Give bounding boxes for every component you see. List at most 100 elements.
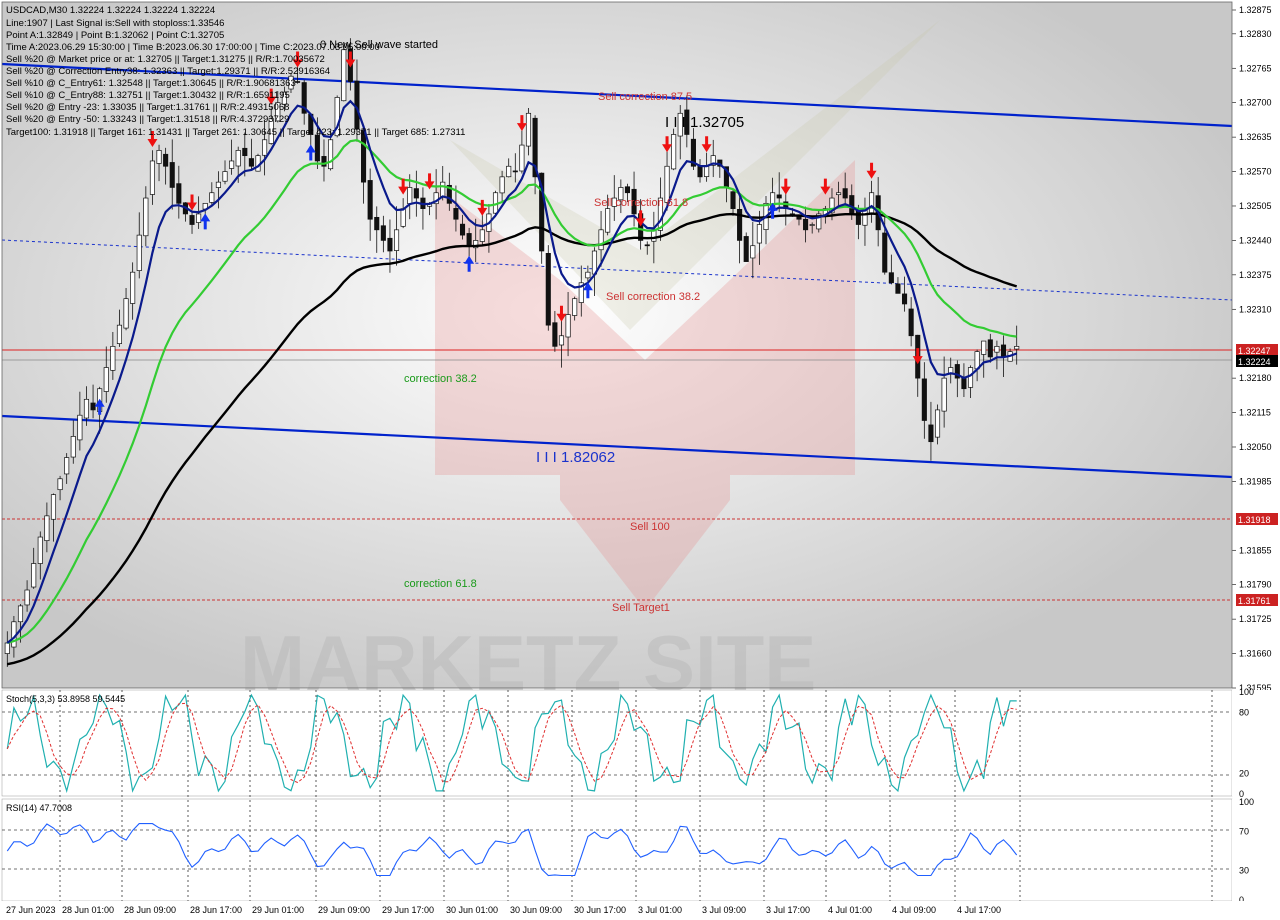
header-title: USDCAD,M30 1.32224 1.32224 1.32224 1.322… [6,5,215,16]
candle-body [743,236,749,262]
candle-body [314,134,320,162]
stoch-label: Stoch(5,3,3) 53.8958 59.5445 [6,694,125,704]
candle-body [163,153,169,167]
price-tick-label: 1.32180 [1239,373,1272,383]
candle-body [888,272,894,284]
correction-382-label: correction 38.2 [404,373,477,385]
price-tag-sell100-text: 1.31918 [1238,515,1271,525]
correction-618-label: correction 61.8 [404,578,477,590]
candle-body [987,339,993,358]
price-tick-label: 1.32310 [1239,304,1272,314]
candle-body [855,210,861,225]
candle-body [836,192,842,196]
chart-canvas: MARKETZ SITE 0 New Sell wave started I I… [0,1,1280,920]
candle-body [380,225,386,241]
candle-body [525,112,532,147]
time-tick-label: 3 Jul 01:00 [638,905,682,915]
header-line: Sell %20 @ Market price or at: 1.32705 |… [6,54,325,65]
candle-body [558,335,565,346]
time-tick-label: 27 Jun 2023 [6,905,56,915]
candle-body [1000,344,1007,358]
candle-body [70,436,76,458]
candle-body [215,181,221,188]
candle-body [83,398,90,419]
candle-body [242,147,248,157]
header-line: Sell %10 @ C_Entry88: 1.32751 || Target:… [6,90,290,101]
candle-body [143,197,149,237]
header-line: Sell %20 @ Correction Entry38: 1.32363 |… [6,66,330,77]
candle-body [704,165,710,177]
candle-body [519,144,525,172]
price-tick-label: 1.32765 [1239,63,1272,73]
candle-body [869,192,875,214]
rsi-tick-label: 70 [1239,826,1249,836]
price-tag-red-text: 1.32247 [1238,346,1271,356]
candle-body [169,162,175,188]
time-tick-label: 3 Jul 17:00 [766,905,810,915]
point-b-label: I I I 1.82062 [536,449,615,466]
candle-body [374,216,380,231]
stoch-tick-label: 100 [1239,687,1254,697]
candle-body [624,186,631,194]
candle-body [697,166,703,178]
price-tick-label: 1.31790 [1239,580,1272,590]
chart-window: MARKETZ SITE 0 New Sell wave started I I… [0,0,1280,920]
candle-body [176,183,182,204]
rsi-label: RSI(14) 47.7008 [6,803,72,813]
candle-body [671,134,677,170]
header-line: Sell %10 @ C_Entry61: 1.32548 || Target:… [6,78,296,89]
time-tick-label: 4 Jul 17:00 [957,905,1001,915]
candle-body [981,340,987,355]
candle-body [116,324,123,344]
candle-body [901,293,908,305]
rsi-tick-label: 30 [1239,866,1249,876]
header-line: Time A:2023.06.29 15:30:00 | Time B:2023… [6,42,380,53]
candle-body [994,346,1000,353]
candle-body [934,409,941,438]
candle-body [453,208,459,220]
stoch-tick-label: 80 [1239,707,1249,717]
time-tick-label: 28 Jun 17:00 [190,905,242,915]
price-tick-label: 1.31660 [1239,649,1272,659]
candle-body [222,171,228,182]
candle-body [367,180,373,220]
price-tick-label: 1.32050 [1239,442,1272,452]
candle-body [545,252,551,326]
candle-body [393,229,400,251]
candle-body [750,245,756,259]
time-tick-label: 4 Jul 01:00 [828,905,872,915]
candle-body [1014,346,1020,350]
candle-body [585,271,591,279]
price-tick-label: 1.32875 [1239,5,1272,15]
candle-body [479,229,485,242]
candle-body [189,215,195,225]
candle-body [842,188,848,199]
candle-body [262,139,268,156]
candle-body [17,605,24,623]
candle-body [407,187,413,204]
candle-body [149,160,155,195]
candle-body [44,515,50,542]
candle-body [440,181,446,197]
price-tick-label: 1.32375 [1239,270,1272,280]
candle-body [24,589,30,606]
rsi-tick-label: 100 [1239,797,1254,807]
time-tick-label: 3 Jul 09:00 [702,905,746,915]
time-tick-label: 29 Jun 01:00 [252,905,304,915]
time-tick-label: 29 Jun 09:00 [318,905,370,915]
candle-body [572,298,578,316]
header-line: Point A:1.32849 | Point B:1.32062 | Poin… [6,30,224,41]
sell-100-label: Sell 100 [630,521,670,533]
header-line: Sell %20 @ Entry -50: 1.33243 || Target:… [6,114,289,125]
candle-body [77,414,83,441]
candle-body [506,165,512,178]
candle-body [123,298,129,329]
candle-body [921,378,927,421]
candle-body [466,233,472,247]
header-line: Target100: 1.31918 || Target 161: 1.3143… [6,127,465,138]
candle-body [229,160,235,169]
candle-body [90,402,96,411]
candle-body [156,150,162,164]
candle-body [136,234,142,271]
candle-body [803,218,809,231]
